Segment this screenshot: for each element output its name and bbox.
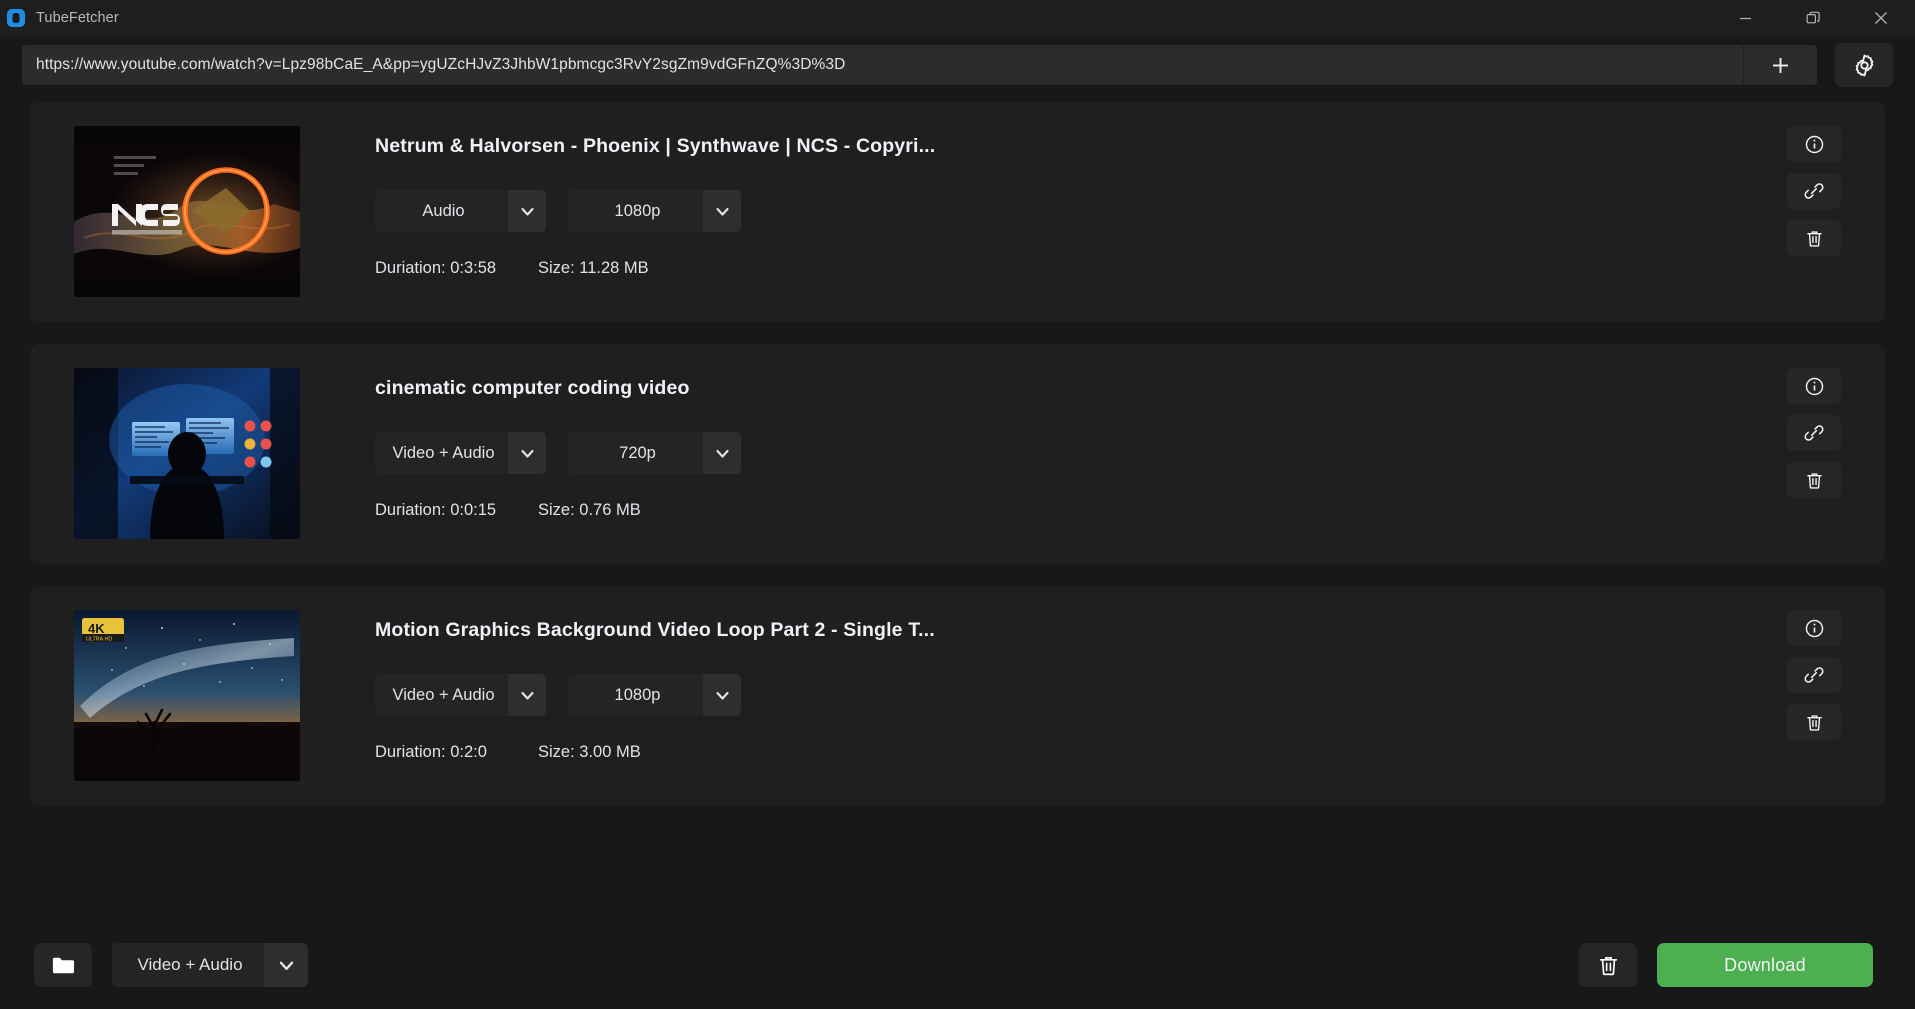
copy-link-button[interactable]: [1787, 657, 1841, 693]
card-actions: [1787, 126, 1841, 256]
download-card: 4K ULTRA HD Motion Graphics Background V…: [30, 586, 1885, 806]
card-title: cinematic computer coding video: [375, 377, 690, 399]
restore-icon[interactable]: [1779, 0, 1847, 36]
trash-icon: [1806, 230, 1822, 247]
info-button[interactable]: [1787, 126, 1841, 162]
svg-text:4K: 4K: [88, 621, 105, 636]
chevron-down-icon: [703, 190, 741, 232]
coding-silhouette-thumbnail: [74, 368, 300, 539]
card-meta: Duriation: 0:2:0 Size: 3.00 MB: [375, 743, 1859, 762]
download-card: Netrum & Halvorsen - Phoenix | Synthwave…: [30, 102, 1885, 322]
duration-text: Duriation: 0:0:15: [375, 501, 497, 519]
card-body: Netrum & Halvorsen - Phoenix | Synthwave…: [300, 126, 1859, 278]
download-card-list: Netrum & Halvorsen - Phoenix | Synthwave…: [0, 94, 1915, 921]
info-circle-icon: [1805, 135, 1823, 153]
night-sky-4k-thumbnail: 4K ULTRA HD: [74, 610, 300, 781]
card-actions: [1787, 610, 1841, 740]
chevron-down-icon: [508, 674, 546, 716]
format-type-select[interactable]: Video + Audio: [375, 674, 546, 716]
quality-select[interactable]: 1080p: [568, 674, 741, 716]
info-button[interactable]: [1787, 610, 1841, 646]
copy-link-button[interactable]: [1787, 173, 1841, 209]
url-input[interactable]: [36, 56, 1729, 74]
quality-value: 720p: [619, 443, 656, 462]
minimize-icon[interactable]: [1711, 0, 1779, 36]
delete-card-button[interactable]: [1787, 462, 1841, 498]
card-meta: Duriation: 0:3:58 Size: 11.28 MB: [375, 259, 1859, 278]
chevron-down-icon: [264, 943, 308, 987]
duration-text: Duriation: 0:3:58: [375, 259, 497, 277]
url-bar-row: [0, 36, 1915, 94]
size-text: Size: 3.00 MB: [538, 743, 641, 761]
delete-card-button[interactable]: [1787, 704, 1841, 740]
choose-folder-button[interactable]: [34, 943, 92, 987]
format-type-select[interactable]: Video + Audio: [375, 432, 546, 474]
format-type-value: Video + Audio: [392, 685, 495, 704]
quality-select[interactable]: 1080p: [568, 190, 741, 232]
card-actions: [1787, 368, 1841, 498]
link-icon: [1804, 667, 1824, 683]
quality-value: 1080p: [614, 201, 661, 220]
window-controls: [1711, 0, 1915, 36]
card-format-controls: Audio 1080p: [375, 190, 1859, 232]
title-bar: TubeFetcher: [0, 0, 1915, 36]
clear-all-button[interactable]: [1579, 943, 1637, 987]
size-text: Size: 0.76 MB: [538, 501, 641, 519]
trash-icon: [1806, 714, 1822, 731]
copy-link-button[interactable]: [1787, 415, 1841, 451]
card-format-controls: Video + Audio 1080p: [375, 674, 1859, 716]
link-icon: [1804, 425, 1824, 441]
info-button[interactable]: [1787, 368, 1841, 404]
app-logo-icon: [6, 8, 26, 28]
settings-button[interactable]: [1835, 43, 1893, 87]
svg-text:ULTRA HD: ULTRA HD: [86, 637, 112, 643]
card-title: Netrum & Halvorsen - Phoenix | Synthwave…: [375, 135, 936, 157]
quality-select[interactable]: 720p: [568, 432, 741, 474]
chevron-down-icon: [508, 190, 546, 232]
global-format-select[interactable]: Video + Audio: [112, 943, 308, 987]
card-body: Motion Graphics Background Video Loop Pa…: [300, 610, 1859, 762]
info-circle-icon: [1805, 377, 1823, 395]
card-meta: Duriation: 0:0:15 Size: 0.76 MB: [375, 501, 1859, 520]
folder-icon: [52, 957, 74, 973]
info-circle-icon: [1805, 619, 1823, 637]
bottom-toolbar: Video + Audio Download: [0, 921, 1915, 1009]
url-input-wrapper[interactable]: [22, 45, 1743, 85]
4k-badge: 4K ULTRA HD: [82, 618, 124, 643]
card-title: Motion Graphics Background Video Loop Pa…: [375, 619, 935, 641]
download-card: cinematic computer coding video Video + …: [30, 344, 1885, 564]
plus-icon: [1773, 57, 1788, 73]
duration-text: Duriation: 0:2:0: [375, 743, 487, 761]
chevron-down-icon: [703, 674, 741, 716]
app-title: TubeFetcher: [36, 10, 119, 26]
download-button[interactable]: Download: [1657, 943, 1873, 987]
ncs-phoenix-thumbnail: [74, 126, 300, 297]
trash-icon: [1599, 956, 1617, 975]
format-type-select[interactable]: Audio: [375, 190, 546, 232]
add-url-button[interactable]: [1743, 45, 1817, 85]
chevron-down-icon: [508, 432, 546, 474]
gear-icon: [1855, 54, 1873, 76]
size-text: Size: 11.28 MB: [538, 259, 649, 277]
card-body: cinematic computer coding video Video + …: [300, 368, 1859, 520]
quality-value: 1080p: [614, 685, 661, 704]
delete-card-button[interactable]: [1787, 220, 1841, 256]
close-icon[interactable]: [1847, 0, 1915, 36]
link-icon: [1804, 183, 1824, 199]
format-type-value: Video + Audio: [392, 443, 495, 462]
card-format-controls: Video + Audio 720p: [375, 432, 1859, 474]
global-format-value: Video + Audio: [137, 955, 243, 974]
format-type-value: Audio: [422, 201, 465, 220]
trash-icon: [1806, 472, 1822, 489]
chevron-down-icon: [703, 432, 741, 474]
